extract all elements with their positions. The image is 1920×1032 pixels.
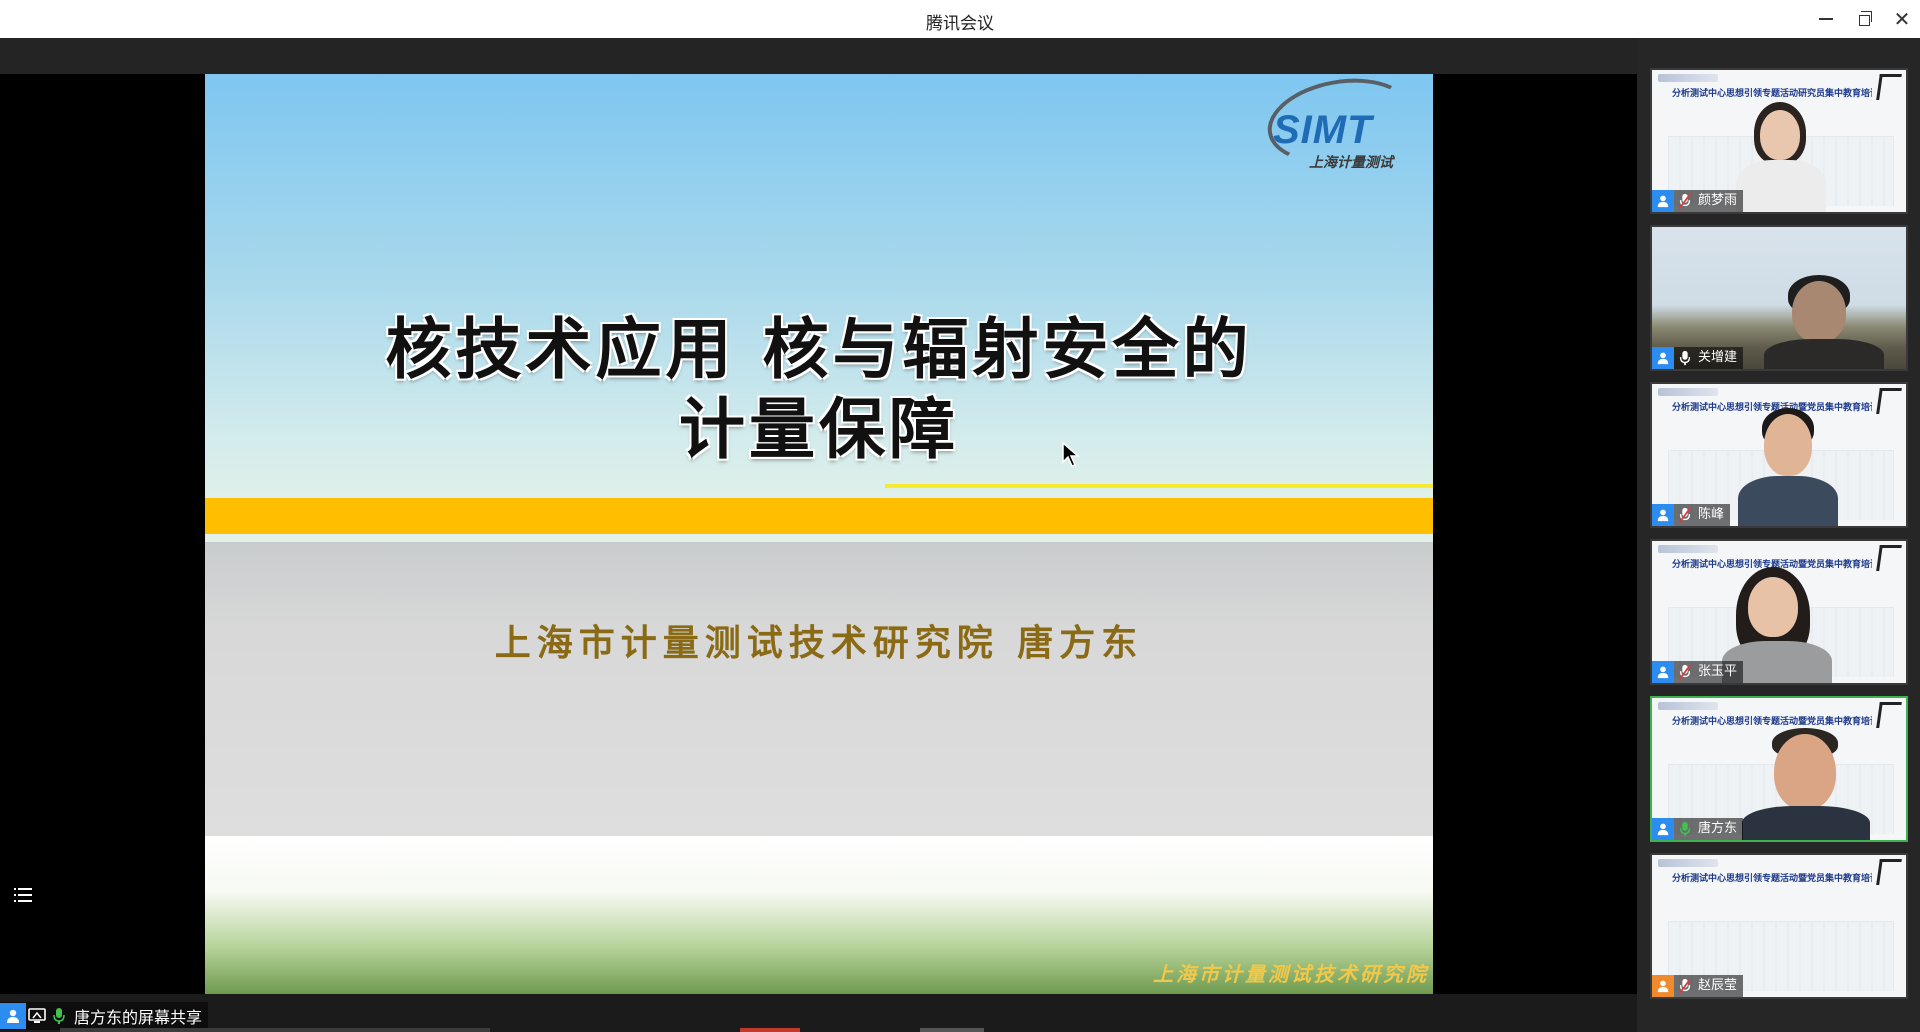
progress-track bbox=[60, 1028, 490, 1032]
mic-muted-icon bbox=[1674, 661, 1696, 683]
face bbox=[1760, 110, 1800, 160]
progress-mark bbox=[740, 1028, 800, 1032]
participant-tile-active[interactable]: 分析测试中心思想引领专题活动暨党员集中教育培训 唐方东 bbox=[1650, 696, 1908, 842]
body bbox=[1736, 160, 1826, 212]
participant-name: 陈峰 bbox=[1696, 504, 1731, 526]
shared-screen-stage: SIMT 上海计量测试 核技术应用 核与辐射安全的 计量保障 上海市计量测试技术… bbox=[0, 38, 1637, 994]
tile-banner: 分析测试中心思想引领专题活动暨党员集中教育培训 bbox=[1652, 855, 1906, 895]
participant-namebar: 关增建 bbox=[1652, 347, 1744, 369]
logo-mark bbox=[1876, 859, 1902, 885]
mic-muted-icon bbox=[1674, 190, 1696, 212]
accent-line bbox=[885, 484, 1433, 488]
slide-headline-line2: 计量保障 bbox=[679, 391, 959, 468]
person-icon bbox=[1652, 661, 1674, 683]
banner-text: 分析测试中心思想引领专题活动暨党员集中教育培训 bbox=[1672, 717, 1872, 727]
participant-tile[interactable]: 分析测试中心思想引领专题活动研究员集中教育培训 颜梦雨 bbox=[1650, 68, 1908, 214]
slide-author: 上海市计量测试技术研究院 唐方东 bbox=[494, 622, 1144, 664]
logo-mark bbox=[1876, 74, 1902, 100]
title-bar: 腾讯会议 ✕ bbox=[0, 0, 1920, 38]
participant-namebar: 颜梦雨 bbox=[1652, 190, 1744, 212]
university-seal bbox=[1658, 388, 1718, 396]
tile-banner: 分析测试中心思想引领专题活动暨党员集中教育培训 bbox=[1652, 698, 1906, 738]
participant-tile[interactable]: 分析测试中心思想引领专题活动暨党员集中教育培训 张玉平 bbox=[1650, 539, 1908, 685]
mic-icon bbox=[1674, 347, 1696, 369]
list-icon[interactable] bbox=[12, 884, 34, 906]
face bbox=[1774, 734, 1836, 810]
presentation-slide: SIMT 上海计量测试 核技术应用 核与辐射安全的 计量保障 上海市计量测试技术… bbox=[205, 74, 1433, 994]
face bbox=[1792, 281, 1846, 343]
mic-muted-icon bbox=[1674, 975, 1696, 997]
participant-namebar: 张玉平 bbox=[1652, 661, 1744, 683]
screen-share-status: 唐方东的屏幕共享 bbox=[0, 1002, 209, 1030]
person-icon bbox=[1652, 975, 1674, 997]
simt-logo: SIMT bbox=[1273, 108, 1373, 152]
person-icon bbox=[0, 1003, 26, 1029]
stage-top-bar bbox=[0, 38, 1637, 74]
window-title: 腾讯会议 bbox=[926, 14, 994, 34]
participant-tile[interactable]: 分析测试中心思想引领专题活动暨党员集中教育培训 赵辰莹 bbox=[1650, 853, 1908, 999]
participant-name: 关增建 bbox=[1696, 347, 1744, 369]
minimize-icon[interactable] bbox=[1814, 7, 1838, 31]
banner-text: 分析测试中心思想引领专题活动研究员集中教育培训 bbox=[1672, 89, 1872, 99]
close-icon[interactable]: ✕ bbox=[1890, 7, 1914, 31]
participant-name: 唐方东 bbox=[1696, 818, 1744, 840]
person-icon bbox=[1652, 504, 1674, 526]
participant-tile[interactable]: 关增建 bbox=[1650, 225, 1908, 371]
gray-panel bbox=[205, 542, 1433, 836]
logo-mark bbox=[1876, 388, 1902, 414]
mic-muted-icon bbox=[1674, 504, 1696, 526]
slide-footer-org: 上海市计量测试技术研究院 bbox=[1153, 962, 1429, 986]
bottom-bar bbox=[0, 994, 1920, 1032]
face bbox=[1748, 577, 1798, 637]
body bbox=[1764, 339, 1884, 369]
university-seal bbox=[1658, 545, 1718, 553]
banner-text: 分析测试中心思想引领专题活动暨党员集中教育培训 bbox=[1672, 874, 1872, 884]
participant-name: 赵辰莹 bbox=[1696, 975, 1744, 997]
participant-namebar: 陈峰 bbox=[1652, 504, 1731, 526]
face bbox=[1764, 414, 1812, 476]
screen-share-label: 唐方东的屏幕共享 bbox=[74, 1008, 203, 1027]
screen-share-icon bbox=[26, 1003, 48, 1029]
university-seal bbox=[1658, 702, 1718, 710]
mic-speaking-icon bbox=[1674, 818, 1696, 840]
person-icon bbox=[1652, 347, 1674, 369]
participant-name: 张玉平 bbox=[1696, 661, 1744, 683]
logo-mark bbox=[1876, 702, 1902, 728]
body bbox=[1742, 806, 1870, 840]
logo-mark bbox=[1876, 545, 1902, 571]
body bbox=[1738, 476, 1838, 526]
person-icon bbox=[1652, 818, 1674, 840]
yellow-band bbox=[205, 498, 1433, 534]
mic-icon bbox=[48, 1003, 70, 1029]
participant-tile[interactable]: 分析测试中心思想引领专题活动暨党员集中教育培训 陈峰 bbox=[1650, 382, 1908, 528]
participant-namebar: 赵辰莹 bbox=[1652, 975, 1744, 997]
participant-namebar: 唐方东 bbox=[1652, 818, 1744, 840]
simt-logo-subtext: 上海计量测试 bbox=[1309, 155, 1393, 171]
university-seal bbox=[1658, 859, 1718, 867]
university-seal bbox=[1658, 74, 1718, 82]
participant-name: 颜梦雨 bbox=[1696, 190, 1744, 212]
person-icon bbox=[1652, 190, 1674, 212]
progress-mark bbox=[920, 1028, 984, 1032]
restore-icon[interactable] bbox=[1852, 7, 1876, 31]
